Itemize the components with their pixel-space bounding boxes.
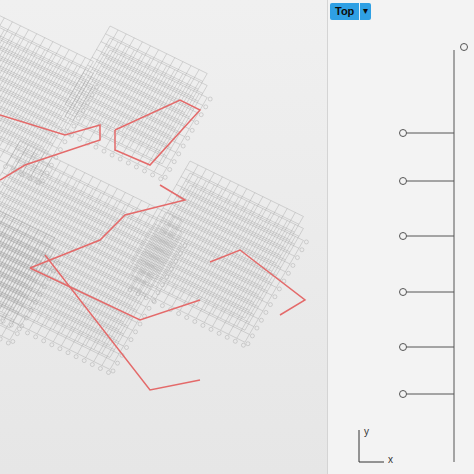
top-viewport[interactable]: Top ▾ y x [328,0,474,474]
node-diagram [328,0,474,474]
axis-icon [354,424,414,468]
y-axis-label: y [364,427,369,437]
wireframe-model [0,0,328,474]
x-axis-label: x [388,455,393,465]
viewport-tab-bar: Top ▾ [328,0,474,20]
axis-widget: y x [354,424,414,468]
viewport-tab[interactable]: Top [330,3,359,20]
workspace: Top ▾ y x [0,0,474,474]
perspective-viewport[interactable] [0,0,328,474]
viewport-menu-button[interactable]: ▾ [359,3,371,20]
